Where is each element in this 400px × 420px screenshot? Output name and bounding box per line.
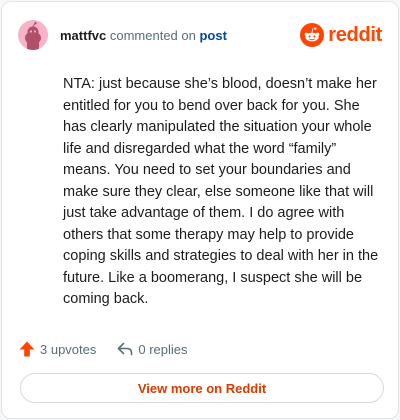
reddit-logo[interactable]: reddit — [300, 23, 382, 47]
comment-header: mattfvc commented on post reddit — [18, 17, 382, 53]
reddit-snoo-icon — [300, 23, 325, 47]
comment-actions: 3 upvotes 0 replies — [18, 338, 188, 360]
view-more-button[interactable]: View more on Reddit — [20, 373, 384, 403]
comment-body: NTA: just because she’s blood, doesn’t m… — [63, 76, 379, 307]
reddit-wordmark: reddit — [328, 23, 382, 46]
comment-card: mattfvc commented on post reddit NTA: ju… — [1, 1, 399, 419]
avatar[interactable] — [18, 20, 48, 50]
reply-arrow-icon — [118, 342, 133, 356]
reply-count: 0 replies — [138, 341, 188, 357]
commented-on-text: commented on — [106, 27, 200, 43]
post-link[interactable]: post — [199, 28, 226, 43]
upvote-arrow-icon — [19, 341, 35, 357]
username-link[interactable]: mattfvc — [60, 28, 106, 43]
upvote-count: 3 upvotes — [40, 341, 97, 357]
upvote-button[interactable]: 3 upvotes — [18, 340, 96, 358]
replies-button[interactable]: 0 replies — [116, 340, 188, 358]
snoo-avatar-icon — [25, 22, 41, 50]
byline: mattfvc commented on post — [60, 28, 227, 43]
